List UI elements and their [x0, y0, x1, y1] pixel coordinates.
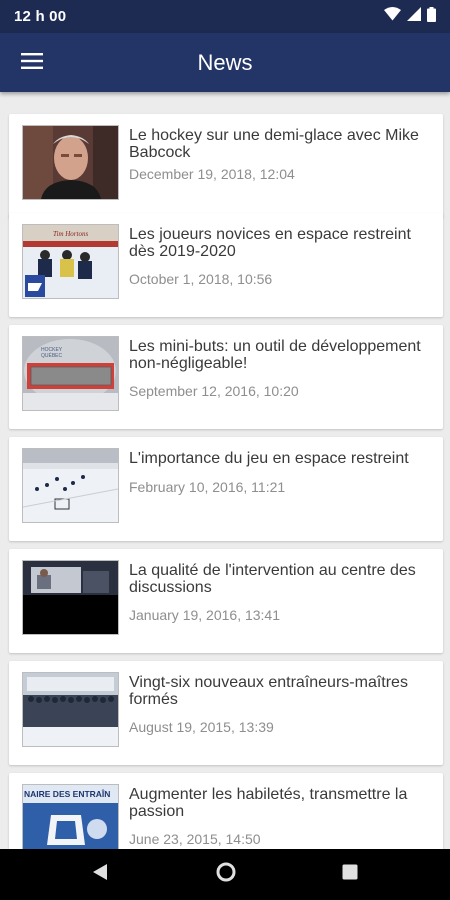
recents-button[interactable]: [335, 859, 365, 889]
menu-button[interactable]: [12, 43, 52, 83]
wifi-icon: [384, 7, 401, 26]
home-button[interactable]: [211, 859, 241, 889]
battery-icon: [427, 6, 436, 27]
news-title: La qualité de l'intervention au centre d…: [129, 562, 416, 596]
news-thumbnail: [22, 672, 119, 747]
news-title: Vingt-six nouveaux entraîneurs-maîtres f…: [129, 674, 408, 708]
news-title: Le hockey sur une demi-glace avec Mike B…: [129, 127, 419, 161]
news-thumbnail: [22, 560, 119, 635]
news-thumbnail: [22, 448, 119, 523]
news-card[interactable]: Tim Hortons Les joueurs novices en espac…: [9, 213, 443, 317]
status-icons: [384, 6, 436, 27]
seminar-banner-text: NAIRE DES ENTRAÎN: [24, 788, 110, 799]
tim-hortons-logo-text: Tim Hortons: [53, 230, 88, 238]
news-card[interactable]: Le hockey sur une demi-glace avec Mike B…: [9, 114, 443, 218]
news-thumbnail: [22, 125, 119, 200]
status-bar: 12 h 00: [0, 0, 450, 33]
news-date: August 19, 2015, 13:39: [129, 719, 274, 735]
news-thumbnail: Tim Hortons: [22, 224, 119, 299]
news-date: January 19, 2016, 13:41: [129, 607, 281, 623]
app-bar: News: [0, 33, 450, 92]
news-date: June 23, 2015, 14:50: [129, 831, 261, 847]
page-title: News: [197, 50, 253, 75]
news-list[interactable]: Le hockey sur une demi-glace avec Mike B…: [0, 92, 450, 849]
system-navigation-bar: [0, 849, 450, 900]
status-time: 12 h 00: [14, 8, 67, 25]
news-title: L'importance du jeu en espace restreint: [129, 450, 409, 467]
news-card[interactable]: HOCKEY QUÉBEC Les mini-buts: un outil de…: [9, 325, 443, 429]
news-date: September 12, 2016, 10:20: [129, 383, 299, 399]
news-title: Augmenter les habiletés, transmettre la …: [129, 786, 408, 820]
recents-square-icon: [342, 864, 358, 885]
news-title: Les joueurs novices en espace restreint …: [129, 226, 411, 260]
signal-icon: [407, 7, 421, 26]
news-date: October 1, 2018, 10:56: [129, 271, 273, 287]
home-circle-icon: [216, 862, 236, 887]
news-thumbnail: NAIRE DES ENTRAÎN: [22, 784, 119, 849]
hockey-quebec-text-2: QUÉBEC: [41, 352, 63, 359]
back-triangle-icon: [92, 863, 108, 886]
news-title: Les mini-buts: un outil de développement…: [129, 338, 421, 372]
news-date: December 19, 2018, 12:04: [129, 166, 295, 182]
news-thumbnail: HOCKEY QUÉBEC: [22, 336, 119, 411]
news-card[interactable]: NAIRE DES ENTRAÎN Augmenter les habileté…: [9, 773, 443, 849]
news-card[interactable]: Vingt-six nouveaux entraîneurs-maîtres f…: [9, 661, 443, 765]
news-card[interactable]: L'importance du jeu en espace restreint …: [9, 437, 443, 541]
back-button[interactable]: [85, 859, 115, 889]
news-date: February 10, 2016, 11:21: [129, 479, 286, 495]
hamburger-menu-icon: [21, 52, 43, 74]
news-card[interactable]: La qualité de l'intervention au centre d…: [9, 549, 443, 653]
